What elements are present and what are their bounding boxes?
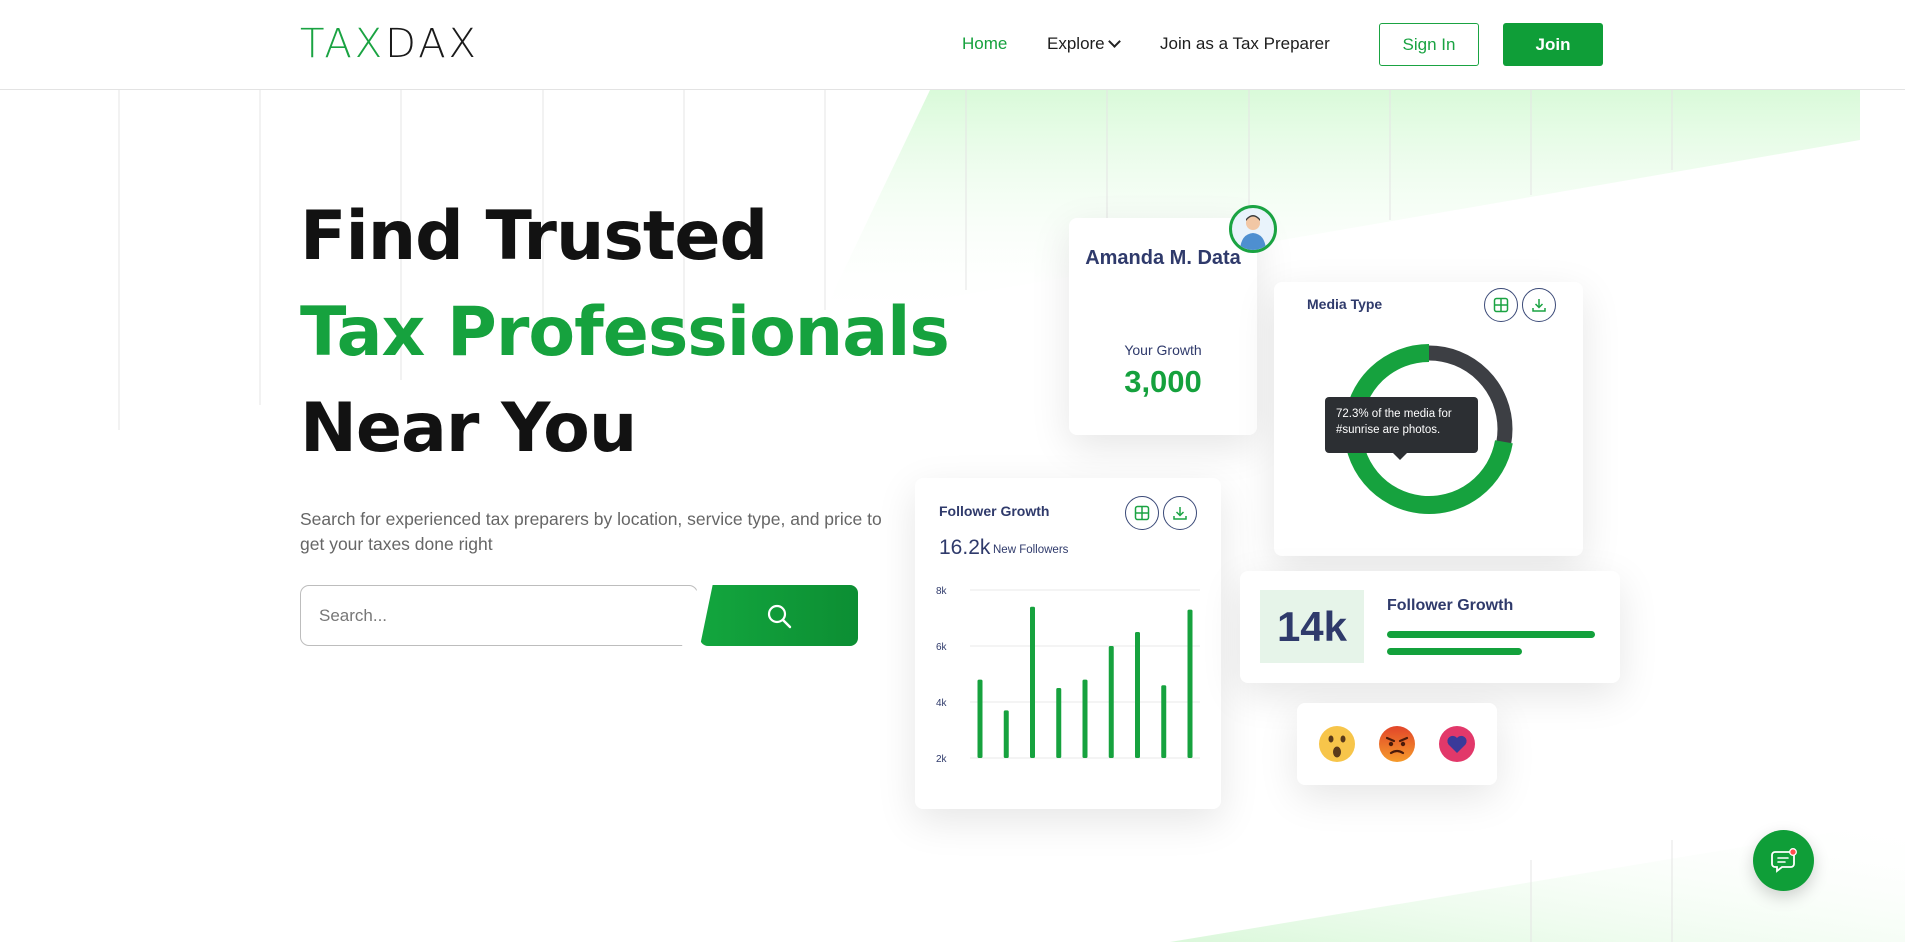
grid-icon bbox=[1134, 505, 1150, 521]
reactions-card bbox=[1297, 703, 1497, 785]
surprised-emoji-icon[interactable] bbox=[1318, 725, 1356, 763]
search-bar bbox=[300, 585, 700, 646]
angry-face-icon bbox=[1379, 726, 1415, 762]
download-icon bbox=[1173, 507, 1187, 520]
chart-bar bbox=[1187, 609, 1193, 758]
sign-in-button[interactable]: Sign In bbox=[1379, 23, 1479, 66]
hero-title-line3: Near You bbox=[300, 389, 637, 468]
search-button[interactable] bbox=[700, 585, 858, 646]
love-reaction-icon bbox=[1439, 726, 1475, 762]
follower-bar-chart: 8k 6k 4k 2k bbox=[936, 586, 1200, 765]
chart-bar bbox=[977, 679, 983, 758]
download-button[interactable] bbox=[1163, 496, 1197, 530]
new-followers-label: New Followers bbox=[993, 544, 1069, 556]
follower-growth-title: Follower Growth bbox=[939, 503, 1050, 519]
chevron-down-icon bbox=[1107, 35, 1121, 48]
growth-summary-title: Follower Growth bbox=[1387, 597, 1514, 614]
nav-explore-label: Explore bbox=[1047, 34, 1105, 53]
new-followers-count: 16.2k bbox=[939, 536, 991, 559]
chart-bar bbox=[1161, 685, 1167, 758]
profile-name: Amanda M. Data bbox=[1085, 247, 1241, 269]
nav-join-preparer-link[interactable]: Join as a Tax Preparer bbox=[1160, 34, 1330, 54]
search-icon bbox=[767, 604, 792, 628]
grid-icon bbox=[1493, 297, 1509, 313]
chat-icon bbox=[1770, 847, 1797, 873]
chart-bar bbox=[1108, 646, 1114, 758]
media-type-title: Media Type bbox=[1307, 296, 1383, 312]
chart-bar bbox=[1056, 688, 1062, 758]
hero-subtitle: Search for experienced tax preparers by … bbox=[300, 509, 882, 554]
download-button[interactable] bbox=[1522, 288, 1556, 322]
angry-emoji-icon[interactable] bbox=[1378, 725, 1416, 763]
growth-progress-bar-1 bbox=[1387, 631, 1595, 638]
table-view-button[interactable] bbox=[1484, 288, 1518, 322]
download-icon bbox=[1532, 299, 1546, 312]
growth-summary-value: 14k bbox=[1260, 590, 1364, 663]
hero-title-line1: Find Trusted bbox=[300, 197, 768, 276]
hero-title-line2: Tax Professionals bbox=[300, 293, 950, 372]
chart-bar bbox=[1003, 710, 1009, 758]
growth-progress-bar-2 bbox=[1387, 648, 1523, 655]
follower-growth-card: Follower Growth 16.2k New Followers 8k 6k… bbox=[915, 478, 1221, 809]
avatar bbox=[1229, 205, 1277, 253]
y-tick-label: 8k bbox=[936, 586, 948, 597]
table-view-button[interactable] bbox=[1125, 496, 1159, 530]
logo-text-dax: DAX bbox=[385, 21, 479, 67]
follower-growth-summary-card: 14k Follower Growth bbox=[1240, 571, 1620, 683]
site-header: TAXDAX Home Explore Join as a Tax Prepar… bbox=[0, 0, 1905, 90]
nav-home-link[interactable]: Home bbox=[962, 34, 1007, 54]
heart-icon[interactable] bbox=[1438, 725, 1476, 763]
join-button[interactable]: Join bbox=[1503, 23, 1603, 66]
profile-card: Amanda M. Data Your Growth 3,000 bbox=[1069, 218, 1257, 435]
growth-value: 3,000 bbox=[1124, 364, 1202, 399]
search-input[interactable] bbox=[300, 585, 698, 646]
logo-text-tax: TAX bbox=[300, 21, 386, 67]
y-tick-label: 4k bbox=[936, 698, 948, 709]
y-tick-label: 2k bbox=[936, 754, 948, 765]
y-tick-label: 6k bbox=[936, 642, 948, 653]
surprised-face-icon bbox=[1319, 726, 1355, 762]
growth-label: Your Growth bbox=[1124, 342, 1202, 358]
chat-button[interactable] bbox=[1753, 830, 1814, 891]
media-tooltip: 72.3% of the media for #sunrise are phot… bbox=[1325, 397, 1478, 460]
chart-bar bbox=[1135, 632, 1140, 758]
taxdax-logo[interactable]: TAXDAX bbox=[300, 24, 479, 64]
person-avatar-icon bbox=[1240, 215, 1266, 250]
nav-explore-dropdown[interactable]: Explore bbox=[1047, 34, 1121, 54]
chart-bar bbox=[1082, 679, 1088, 758]
chart-bar bbox=[1030, 606, 1035, 758]
